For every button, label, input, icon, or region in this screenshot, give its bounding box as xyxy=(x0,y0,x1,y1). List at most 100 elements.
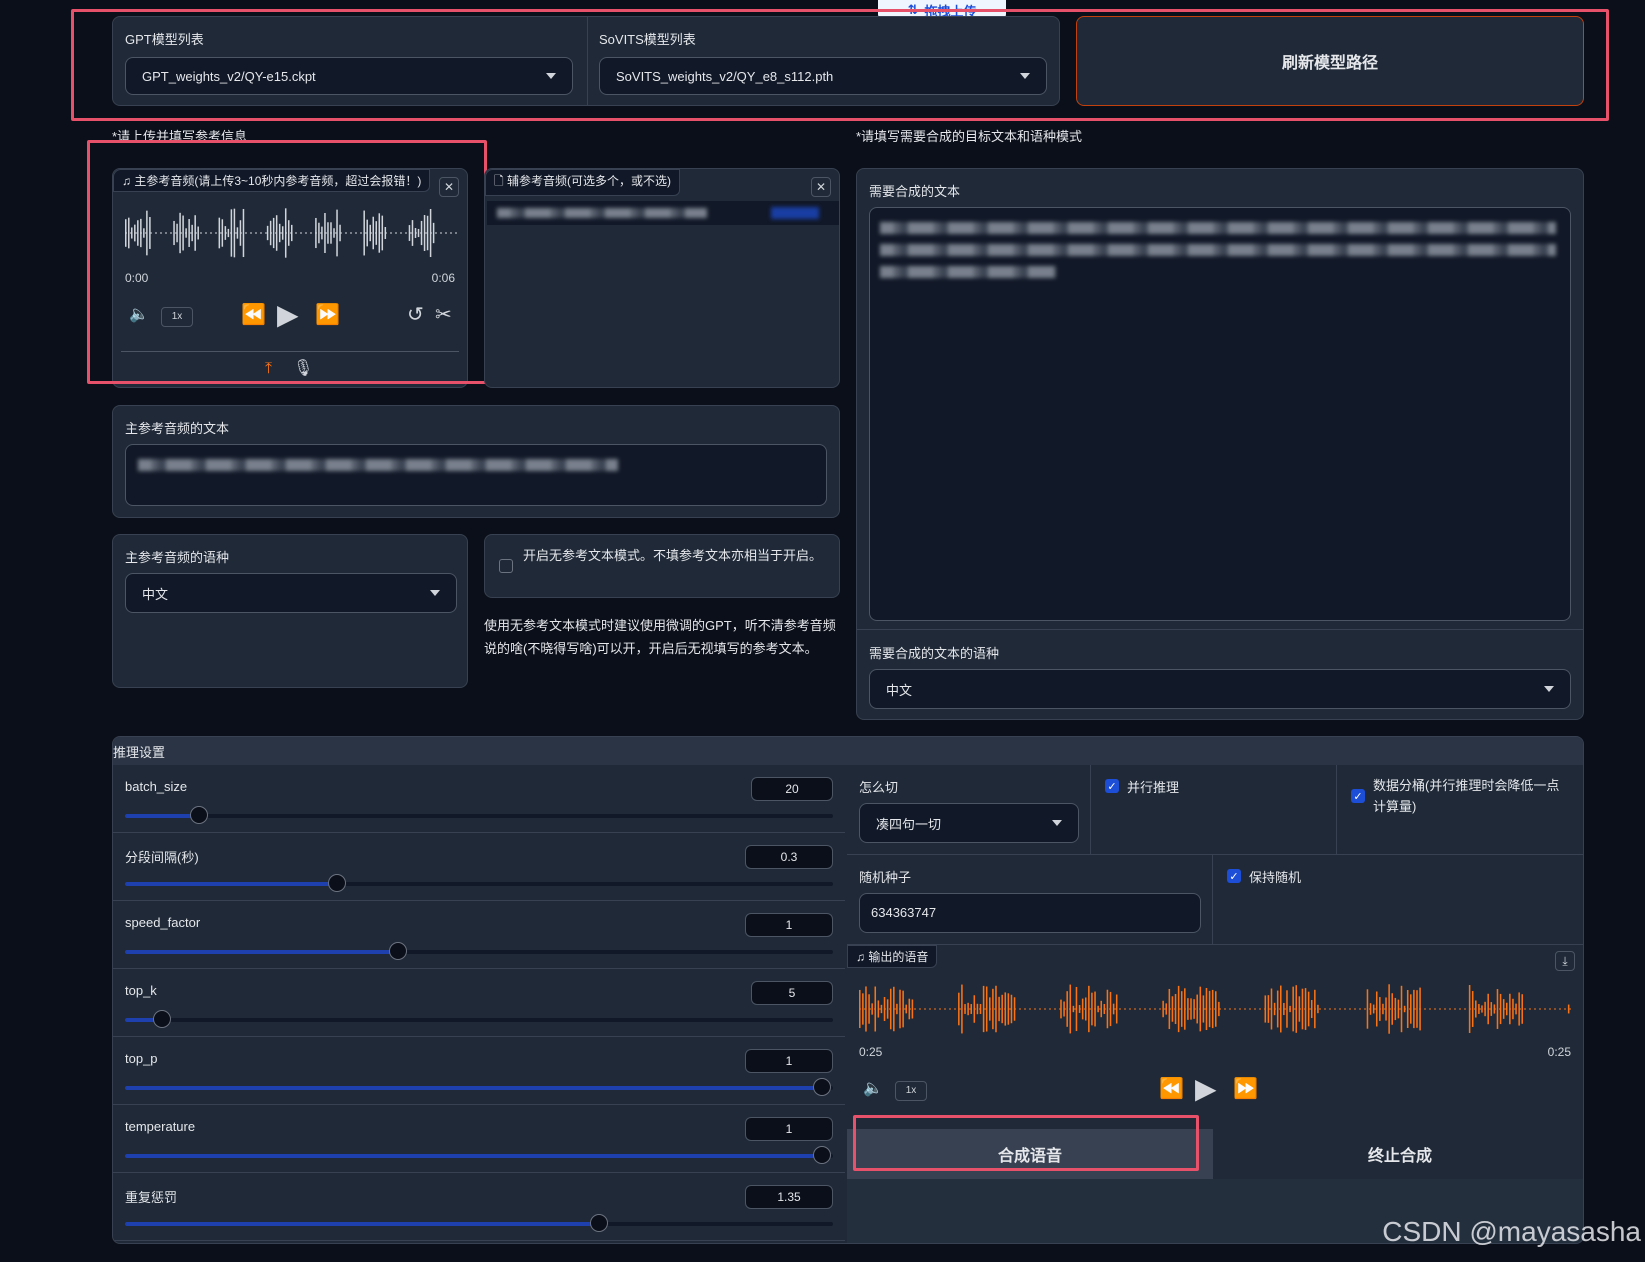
rewind-icon[interactable]: ⏪ xyxy=(1159,1079,1184,1099)
waveform-bar xyxy=(134,224,136,242)
waveform-bar xyxy=(227,228,230,238)
scissors-icon[interactable]: ✂ xyxy=(435,305,452,325)
synthesize-label: 合成语音 xyxy=(997,1148,1062,1165)
rewind-icon[interactable]: ⏪ xyxy=(241,305,266,325)
waveform-bar xyxy=(1283,1002,1285,1016)
waveform-bar xyxy=(1097,1005,1099,1013)
volume-icon[interactable]: 🔈 xyxy=(863,1079,883,1099)
waveform-bar xyxy=(291,224,293,242)
main-ref-audio-panel: ♫ 主参考音频(请上传3~10秒内参考音频，超过会报错！) ✕ 0:00 0:0… xyxy=(112,168,468,388)
reference-waveform[interactable] xyxy=(125,205,457,261)
waveform-bar xyxy=(859,989,861,1029)
slider-track[interactable] xyxy=(125,806,833,824)
waveform-bar xyxy=(1317,1004,1319,1014)
waveform-bar xyxy=(239,220,242,246)
slider-track[interactable] xyxy=(125,1214,833,1232)
file-icon: 🗋 xyxy=(494,174,507,188)
slider-value-input[interactable]: 20 xyxy=(751,777,833,801)
waveform-bar xyxy=(420,220,423,246)
slider-row: 重复惩罚 1.35 xyxy=(113,1173,845,1241)
cut-method-dropdown[interactable]: 凑四句一切 xyxy=(859,803,1079,843)
waveform-bar xyxy=(893,986,895,1032)
waveform-bar xyxy=(1072,1005,1075,1013)
waveform-bar xyxy=(432,222,435,244)
waveform-bar xyxy=(982,985,985,1033)
chevron-down-icon xyxy=(1544,686,1554,692)
slider-track[interactable] xyxy=(125,1078,833,1096)
slider-value-input[interactable]: 1 xyxy=(745,1049,833,1073)
slider-track[interactable] xyxy=(125,942,833,960)
slider-value-input[interactable]: 1.35 xyxy=(745,1185,833,1209)
volume-icon[interactable]: 🔈 xyxy=(129,305,149,325)
slider-fill xyxy=(125,882,338,886)
fast-forward-icon[interactable]: ⏩ xyxy=(315,305,340,325)
slider-thumb[interactable] xyxy=(328,874,347,892)
slider-thumb[interactable] xyxy=(813,1146,832,1164)
target-lang-dropdown[interactable]: 中文 xyxy=(869,669,1571,709)
slider-value-input[interactable]: 1 xyxy=(745,913,833,937)
undo-icon[interactable]: ↺ xyxy=(407,305,424,325)
download-icon[interactable]: ⤓ xyxy=(1555,951,1575,971)
no-ref-mode-panel: 开启无参考文本模式。不填参考文本亦相当于开启。 xyxy=(484,534,840,598)
fast-forward-icon[interactable]: ⏩ xyxy=(1233,1079,1258,1099)
waveform-bar xyxy=(1190,998,1192,1020)
parallel-checkbox[interactable]: ✓ xyxy=(1105,779,1119,793)
microphone-icon[interactable]: 🎙 xyxy=(293,359,313,379)
keep-random-checkbox[interactable]: ✓ xyxy=(1227,869,1241,883)
waveform-bar xyxy=(1385,997,1387,1021)
sovits-model-dropdown[interactable]: SoVITS_weights_v2/QY_e8_s112.pth xyxy=(599,57,1047,95)
waveform-bar xyxy=(1502,999,1505,1019)
close-icon[interactable]: ✕ xyxy=(811,177,831,197)
refresh-model-button[interactable]: 刷新模型路径 xyxy=(1076,16,1584,106)
slider-value-input[interactable]: 0.3 xyxy=(745,845,833,869)
waveform-bar xyxy=(1066,991,1068,1027)
slider-thumb[interactable] xyxy=(388,942,407,960)
bucket-checkbox[interactable]: ✓ xyxy=(1351,789,1365,803)
slider-value-input[interactable]: 5 xyxy=(751,981,833,1005)
aux-ref-audio-tag: 🗋 辅参考音频(可选多个，或不选) xyxy=(485,169,680,196)
stop-button[interactable]: 终止合成 xyxy=(1217,1129,1583,1179)
waveform-bar xyxy=(1106,989,1109,1029)
waveform-bar xyxy=(989,997,991,1021)
slider-track[interactable] xyxy=(125,1146,833,1164)
waveform-bar xyxy=(378,213,381,253)
playback-rate-button[interactable]: 1x xyxy=(161,307,193,327)
seed-input[interactable]: 634363747 xyxy=(859,893,1201,933)
waveform-bar xyxy=(1168,988,1171,1030)
aux-file-row[interactable] xyxy=(487,201,839,225)
target-text-input[interactable] xyxy=(869,207,1571,621)
waveform-bar xyxy=(1475,1000,1477,1018)
slider-track[interactable] xyxy=(125,1010,833,1028)
slider-thumb[interactable] xyxy=(190,806,209,824)
ref-lang-dropdown[interactable]: 中文 xyxy=(125,573,457,613)
waveform-bar xyxy=(125,219,127,247)
ref-text-input[interactable] xyxy=(125,444,827,506)
close-icon[interactable]: ✕ xyxy=(439,177,459,197)
no-ref-checkbox[interactable] xyxy=(499,559,513,573)
model-select-panel: GPT模型列表 GPT_weights_v2/QY-e15.ckpt SoVIT… xyxy=(112,16,1060,106)
waveform-bar xyxy=(411,220,414,246)
slider-value-input[interactable]: 1 xyxy=(745,1117,833,1141)
waveform-bar xyxy=(905,1004,907,1014)
blurred-target-text-1 xyxy=(880,222,1556,234)
waveform-bar xyxy=(1406,990,1409,1028)
chevron-down-icon xyxy=(430,590,440,596)
slider-track[interactable] xyxy=(125,874,833,892)
output-waveform[interactable] xyxy=(859,981,1571,1037)
slider-thumb[interactable] xyxy=(152,1010,171,1028)
waveform-bar xyxy=(1487,993,1489,1025)
synthesize-button[interactable]: 合成语音 xyxy=(847,1129,1213,1179)
slider-thumb[interactable] xyxy=(813,1078,832,1096)
waveform-bar xyxy=(1301,988,1304,1030)
out-time-start: 0:25 xyxy=(859,1045,883,1059)
waveform-bar xyxy=(1314,989,1316,1029)
upload-icon[interactable]: ⤒ xyxy=(265,359,272,379)
output-audio-tag: ♫ 输出的语音 xyxy=(847,945,938,968)
waveform-bar xyxy=(1307,991,1310,1027)
play-icon[interactable]: ▶ xyxy=(277,301,299,329)
slider-thumb[interactable] xyxy=(590,1214,609,1232)
play-icon[interactable]: ▶ xyxy=(1195,1075,1217,1103)
out-playback-rate-button[interactable]: 1x xyxy=(895,1081,927,1101)
gpt-model-dropdown[interactable]: GPT_weights_v2/QY-e15.ckpt xyxy=(125,57,573,95)
ref-time-end: 0:06 xyxy=(431,271,455,285)
